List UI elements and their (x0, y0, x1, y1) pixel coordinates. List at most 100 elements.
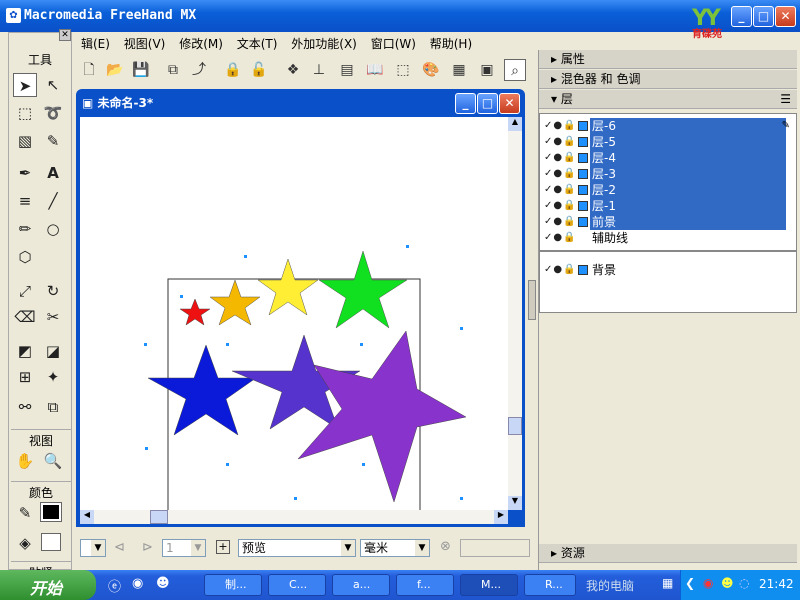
taskbar-task-active[interactable]: M... (460, 574, 518, 596)
align-icon[interactable]: ⊥ (308, 59, 330, 81)
quick-launch-qq-icon[interactable]: ☻ (156, 576, 170, 591)
save-icon[interactable]: 💾 (130, 59, 152, 81)
menu-xtras[interactable]: 外加功能(X) (286, 32, 362, 55)
symbols-icon[interactable]: ⬚ (392, 59, 414, 81)
horizontal-scroll-thumb[interactable] (150, 510, 168, 524)
doc-close-button[interactable]: ✕ (499, 93, 520, 114)
layer-color-swatch[interactable] (578, 153, 588, 163)
layer-row[interactable]: ✓●🔒 辅助线 (540, 230, 796, 246)
panel-options-icon[interactable]: ☰ (780, 90, 791, 109)
scale-tool-icon[interactable]: ⤢ (13, 279, 37, 303)
layer-row[interactable]: ✓●🔒 层-1 (540, 198, 796, 214)
layer-color-swatch[interactable] (578, 137, 588, 147)
magic-wand-tool-icon[interactable]: ✦ (41, 365, 65, 389)
start-button[interactable]: 开始 (0, 570, 96, 600)
scroll-left-icon[interactable]: ◀ (80, 510, 94, 524)
scroll-right-icon[interactable]: ▶ (494, 510, 508, 524)
add-page-icon[interactable]: + (216, 540, 230, 554)
taskbar-task[interactable]: C... (268, 574, 326, 596)
transform-icon[interactable]: ▤ (336, 59, 358, 81)
link-tool-icon[interactable]: ⚯ (13, 395, 37, 419)
page-tool-icon[interactable]: ⬚ (13, 101, 37, 125)
layer-color-swatch[interactable] (578, 265, 588, 275)
my-computer-label[interactable]: 我的电脑 (586, 577, 634, 594)
freehand-app-icon[interactable]: ✿ (6, 8, 21, 23)
show-desktop-icon[interactable]: ▦ (662, 576, 673, 590)
rotate-tool-icon[interactable]: ↻ (41, 279, 65, 303)
taskbar-task[interactable]: 制... (204, 574, 262, 596)
pen-tool-icon[interactable]: ✒ (13, 161, 37, 185)
fill-color-icon[interactable]: ◈ (13, 531, 37, 555)
doc-minimize-button[interactable]: _ (455, 93, 476, 114)
tray-chat-icon[interactable]: ☻ (721, 576, 734, 590)
mixer-panel-header[interactable]: ▸ 混色器 和 色调 (539, 70, 797, 89)
app-minimize-button[interactable]: _ (731, 6, 752, 27)
taskbar-task[interactable]: a... (332, 574, 390, 596)
pointer-tool-icon[interactable]: ➤ (13, 73, 37, 97)
subselect-tool-icon[interactable]: ↖ (41, 73, 65, 97)
layers-icon[interactable]: ▣ (476, 59, 498, 81)
taskbar-task[interactable]: R... (524, 574, 576, 596)
quick-launch-ie-icon[interactable]: ⓔ (108, 576, 121, 595)
lasso-tool-icon[interactable]: ➰ (41, 101, 65, 125)
zoom-tool-icon[interactable]: 🔍 (41, 449, 65, 473)
horizontal-scrollbar[interactable]: ◀ ▶ (80, 510, 508, 524)
group-icon[interactable]: ❖ (282, 59, 304, 81)
fill-color-swatch[interactable] (41, 533, 61, 551)
next-page-icon[interactable]: ⊳ (142, 540, 153, 555)
layer-color-swatch[interactable] (578, 185, 588, 195)
stroke-color-icon[interactable]: ✎ (13, 501, 37, 525)
pencil-tool-icon[interactable]: ✏ (13, 217, 37, 241)
menu-modify[interactable]: 修改(M) (174, 32, 228, 55)
connector-tool-icon[interactable]: ⧉ (41, 395, 65, 419)
lock-icon[interactable]: 🔒 (222, 59, 244, 81)
tools-close-icon[interactable]: ✕ (59, 29, 71, 41)
polygon-tool-icon[interactable]: ⬡ (13, 245, 37, 269)
scroll-down-icon[interactable]: ▼ (508, 496, 522, 510)
layer-color-swatch[interactable] (578, 201, 588, 211)
units-select[interactable]: 毫米 ▼ (360, 539, 430, 557)
page-nav-dropdown[interactable]: ▼ (80, 539, 106, 557)
hand-tool-icon[interactable]: ✋ (13, 449, 37, 473)
unlock-icon[interactable]: 🔓 (248, 59, 270, 81)
text-tool-icon[interactable]: A (41, 161, 65, 185)
spiral-tool-icon[interactable]: ≡ (13, 189, 37, 213)
palette-icon[interactable]: 🎨 (420, 59, 442, 81)
envelope-tool-icon[interactable]: ◩ (13, 339, 37, 363)
tray-app-icon[interactable]: ◉ (703, 576, 713, 590)
quick-launch-app-icon[interactable]: ◉ (132, 576, 143, 591)
export-icon[interactable]: ⤴ (188, 59, 210, 81)
layer-row[interactable]: ✓●🔒 层-5 (540, 134, 796, 150)
layers-panel-header[interactable]: ▾ 层 ☰ (539, 90, 797, 109)
crop-tool-icon[interactable]: ⊞ (13, 365, 37, 389)
assets-panel-header[interactable]: ▸ 资源 (539, 544, 797, 563)
layer-row[interactable]: ✓●🔒 背景 (540, 262, 796, 278)
layer-row[interactable]: ✓●🔒 层-6 ✎ (540, 118, 796, 134)
app-close-button[interactable]: ✕ (775, 6, 796, 27)
layer-color-swatch[interactable] (578, 121, 588, 131)
doc-maximize-button[interactable]: □ (477, 93, 498, 114)
library-icon[interactable]: 📖 (364, 59, 386, 81)
eyedropper-tool-icon[interactable]: ✎ (41, 129, 65, 153)
new-file-icon[interactable]: 🗋 (78, 59, 100, 81)
knife-tool-icon[interactable]: ✂ (41, 305, 65, 329)
menu-text[interactable]: 文本(T) (232, 32, 283, 55)
vertical-scroll-thumb[interactable] (508, 417, 522, 435)
eraser-tool-icon[interactable]: ⌫ (13, 305, 37, 329)
layer-row[interactable]: ✓●🔒 层-2 (540, 182, 796, 198)
view-mode-select[interactable]: 预览 ▼ (238, 539, 356, 557)
vertical-scrollbar[interactable]: ▲ ▼ (508, 117, 522, 510)
layer-row[interactable]: ✓●🔒 层-4 (540, 150, 796, 166)
line-tool-icon[interactable]: ╱ (41, 189, 65, 213)
find-replace-icon[interactable]: ⌕ (504, 59, 526, 81)
app-maximize-button[interactable]: □ (753, 6, 774, 27)
layer-row[interactable]: ✓●🔒 层-3 (540, 166, 796, 182)
menu-help[interactable]: 帮助(H) (425, 32, 477, 55)
drawing-canvas[interactable] (80, 117, 508, 510)
layer-color-swatch[interactable] (578, 217, 588, 227)
cancel-render-icon[interactable]: ⊗ (440, 539, 451, 554)
previous-page-icon[interactable]: ⊲ (114, 540, 125, 555)
clock[interactable]: 21:42 (759, 577, 794, 591)
tray-arrow-icon[interactable]: ❮ (685, 576, 695, 590)
stroke-color-swatch[interactable] (40, 502, 62, 522)
